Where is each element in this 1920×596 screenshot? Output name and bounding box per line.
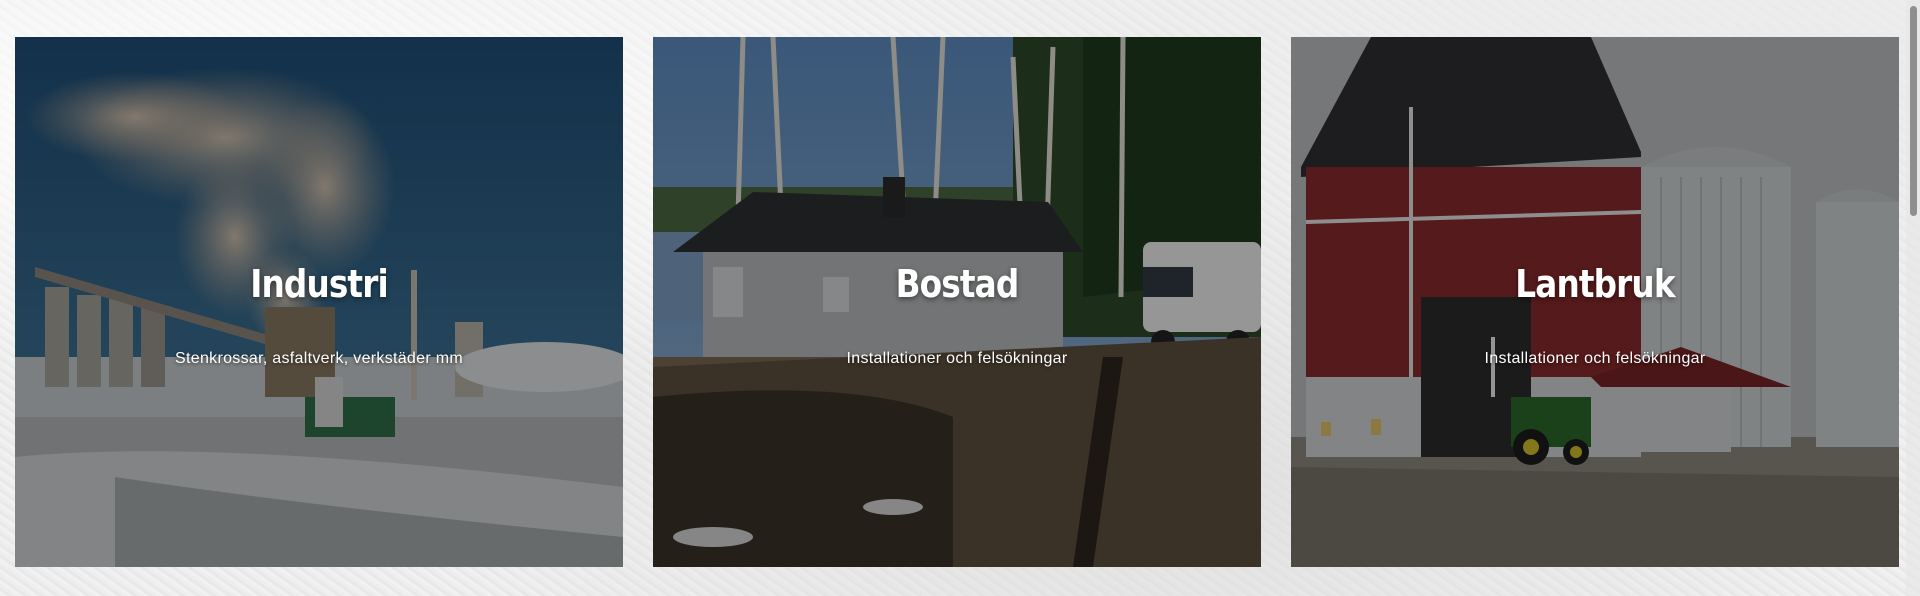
card-subtitle: Installationer och felsökningar [1484,350,1706,367]
card-subtitle: Stenkrossar, asfaltverk, verkstäder mm [175,350,463,367]
card-industri[interactable]: Industri Stenkrossar, asfaltverk, verkst… [15,37,623,567]
card-title: Industri [250,262,388,306]
card-lantbruk[interactable]: Lantbruk Installationer och felsökningar [1291,37,1899,567]
scrollbar-thumb[interactable] [1910,6,1917,216]
card-bostad[interactable]: Bostad Installationer och felsökningar [653,37,1261,567]
card-title: Lantbruk [1515,262,1675,306]
card-title: Bostad [895,262,1020,306]
service-cards: Industri Stenkrossar, asfaltverk, verkst… [15,37,1900,567]
card-subtitle: Installationer och felsökningar [846,350,1068,367]
vertical-scrollbar[interactable] [1906,0,1920,596]
